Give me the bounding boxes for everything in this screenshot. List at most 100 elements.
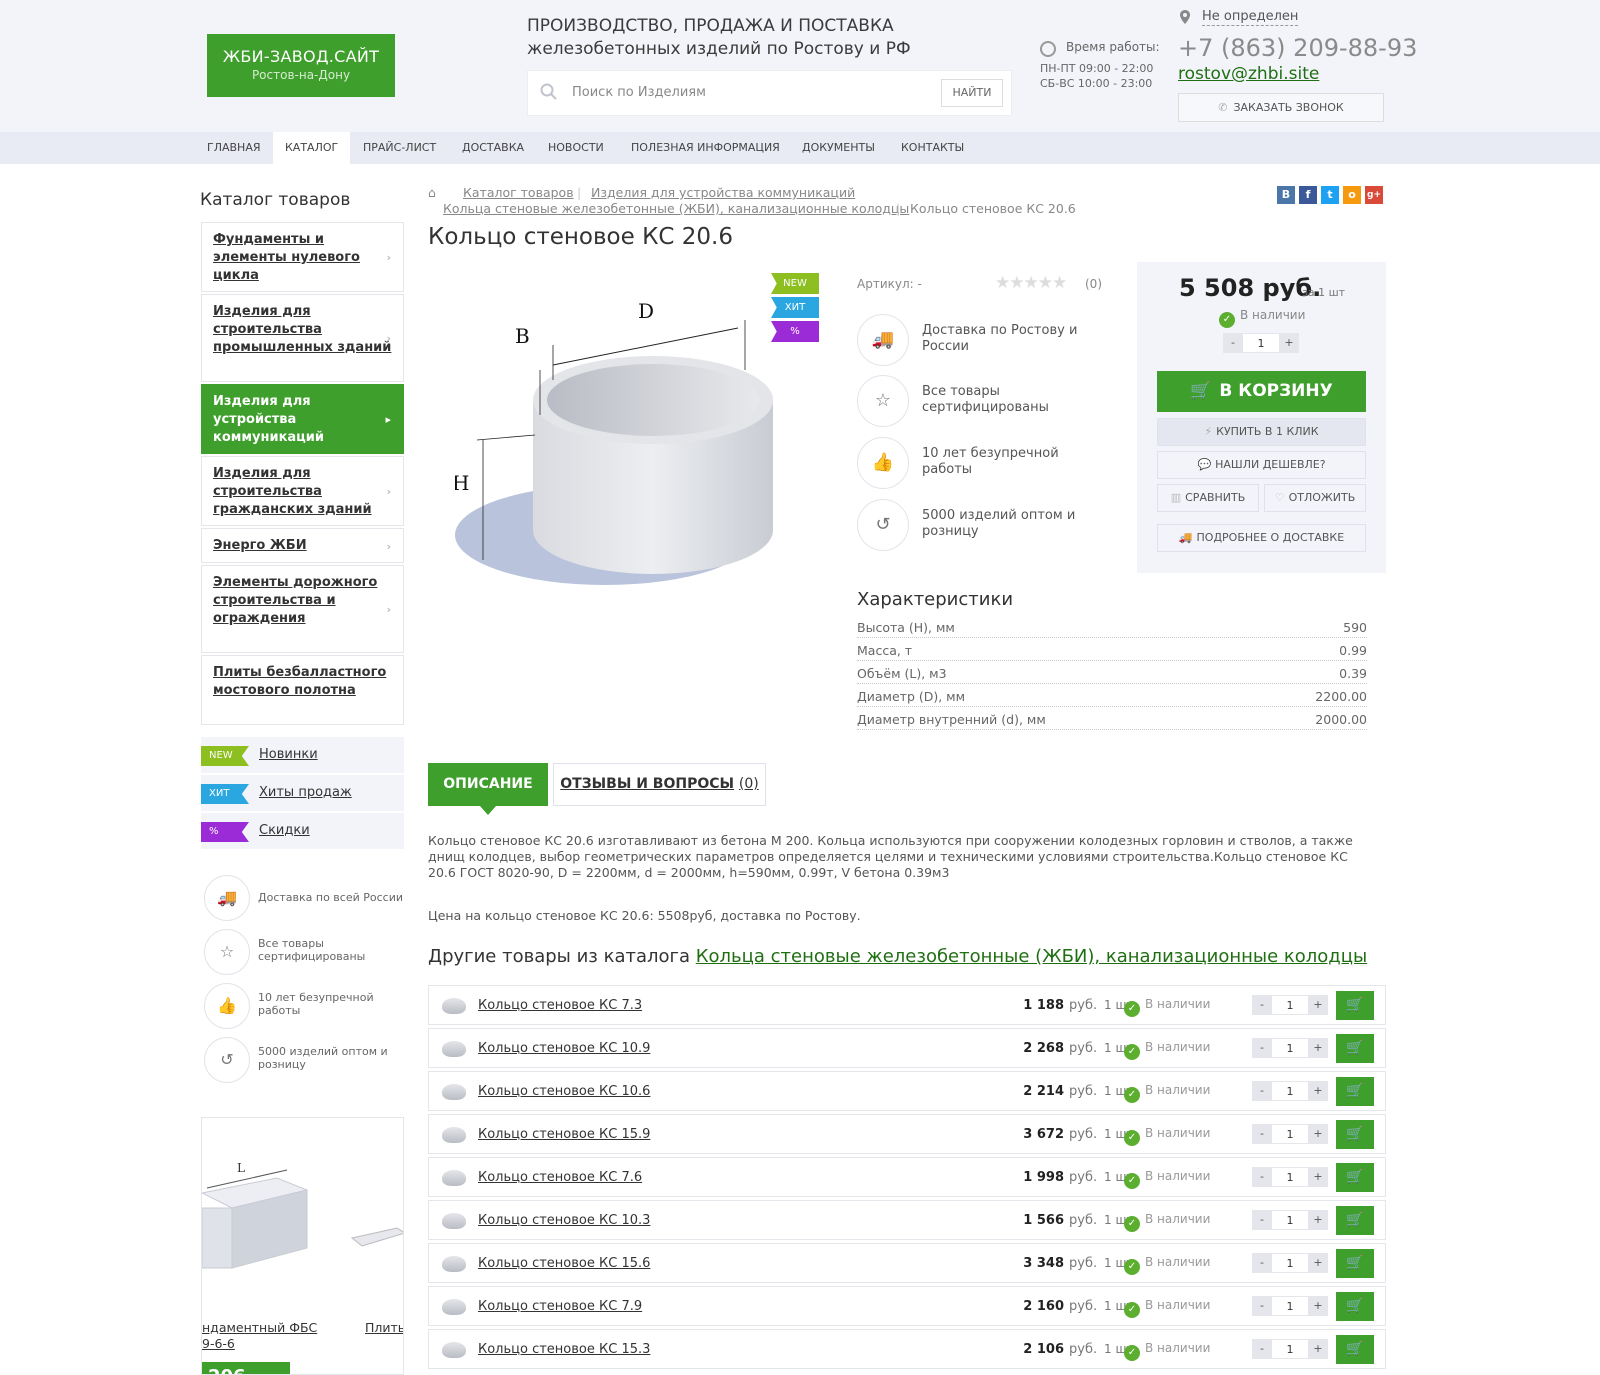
qty-plus-button[interactable]: +: [1308, 1253, 1328, 1273]
product-thumbnail[interactable]: [442, 1299, 466, 1315]
home-icon[interactable]: ⌂: [428, 185, 436, 200]
tab-description[interactable]: ОПИСАНИЕ: [428, 763, 548, 815]
product-thumbnail[interactable]: [442, 1127, 466, 1143]
qty-plus-button[interactable]: +: [1308, 1210, 1328, 1230]
product-image[interactable]: D B H: [455, 290, 795, 590]
product-name-link[interactable]: Кольцо стеновое КС 10.9: [478, 1041, 650, 1056]
search-input[interactable]: Поиск по Изделиям: [572, 85, 706, 100]
sidebar-item-civil[interactable]: Изделия для строительства гражданских зд…: [201, 456, 404, 526]
product-thumbnail[interactable]: [442, 1342, 466, 1358]
product-thumbnail[interactable]: [442, 1170, 466, 1186]
add-to-cart-button[interactable]: 🛒 В КОРЗИНУ: [1157, 371, 1366, 412]
sidebar-item-communications[interactable]: Изделия для устройства коммуникаций ▸: [201, 384, 404, 454]
breadcrumb-communications-link[interactable]: Изделия для устройства коммуникаций: [591, 185, 855, 200]
nav-catalog[interactable]: КАТАЛОГ: [273, 132, 351, 164]
qty-input[interactable]: 1: [1272, 1167, 1308, 1187]
sidebar-sale-link[interactable]: % Скидки: [201, 813, 404, 849]
nav-useful-info[interactable]: ПОЛЕЗНАЯ ИНФОРМАЦИЯ: [631, 132, 780, 164]
breadcrumb-rings-link[interactable]: Кольца стеновые железобетонные (ЖБИ), ка…: [443, 201, 909, 216]
add-to-cart-button[interactable]: 🛒: [1336, 1292, 1374, 1321]
other-products-category-link[interactable]: Кольца стеновые железобетонные (ЖБИ), ка…: [696, 946, 1367, 967]
qty-minus-button[interactable]: -: [1252, 1124, 1272, 1144]
qty-minus-button[interactable]: -: [1252, 1210, 1272, 1230]
add-to-cart-button[interactable]: 🛒: [1336, 991, 1374, 1020]
nav-home[interactable]: ГЛАВНАЯ: [207, 132, 261, 164]
product-thumbnail[interactable]: [442, 1084, 466, 1100]
qty-input[interactable]: 1: [1243, 333, 1279, 353]
qty-plus-button[interactable]: +: [1279, 333, 1299, 353]
product-name-link[interactable]: Кольцо стеновое КС 10.3: [478, 1213, 650, 1228]
promo-item-name[interactable]: ндаментный ФБС 9-6-6: [202, 1320, 322, 1352]
product-thumbnail[interactable]: [442, 1213, 466, 1229]
nav-delivery[interactable]: ДОСТАВКА: [462, 132, 524, 164]
sidebar-hits-link[interactable]: ХИТ Хиты продаж: [201, 775, 404, 811]
qty-plus-button[interactable]: +: [1308, 1167, 1328, 1187]
promo-item-name-2[interactable]: Плить: [365, 1320, 403, 1335]
product-thumbnail[interactable]: [442, 998, 466, 1014]
sidebar-item-industrial[interactable]: Изделия для строительства промышленных з…: [201, 294, 404, 382]
found-cheaper-button[interactable]: 💬 НАШЛИ ДЕШЕВЛЕ?: [1157, 451, 1366, 479]
promo-carousel[interactable]: L ндаментный ФБС 9-6-6 Плить 206: [201, 1117, 404, 1375]
one-click-buy-button[interactable]: ⚡ КУПИТЬ В 1 КЛИК: [1157, 418, 1366, 446]
qty-minus-button[interactable]: -: [1252, 1296, 1272, 1316]
facebook-share-icon[interactable]: f: [1299, 186, 1317, 204]
location-link[interactable]: Не определен: [1202, 9, 1299, 26]
qty-input[interactable]: 1: [1272, 1296, 1308, 1316]
add-to-cart-button[interactable]: 🛒: [1336, 1077, 1374, 1106]
qty-minus-button[interactable]: -: [1223, 333, 1243, 353]
rating-stars-icon[interactable]: ★★★★★: [995, 273, 1067, 293]
site-logo[interactable]: ЖБИ-ЗАВОД.САЙТ Ростов-на-Дону: [207, 34, 395, 97]
add-to-cart-button[interactable]: 🛒: [1336, 1335, 1374, 1364]
nav-documents[interactable]: ДОКУМЕНТЫ: [802, 132, 875, 164]
qty-input[interactable]: 1: [1272, 1124, 1308, 1144]
qty-plus-button[interactable]: +: [1308, 1339, 1328, 1359]
product-name-link[interactable]: Кольцо стеновое КС 15.3: [478, 1342, 650, 1357]
qty-input[interactable]: 1: [1272, 1253, 1308, 1273]
qty-minus-button[interactable]: -: [1252, 1167, 1272, 1187]
vk-share-icon[interactable]: В: [1277, 186, 1295, 204]
breadcrumb-rings[interactable]: Кольца стеновые железобетонные (ЖБИ), ка…: [443, 201, 909, 216]
tab-reviews[interactable]: ОТЗЫВЫ И ВОПРОСЫ (0): [553, 763, 766, 806]
breadcrumb-catalog[interactable]: Каталог товаров: [463, 185, 574, 200]
product-name-link[interactable]: Кольцо стеновое КС 15.6: [478, 1256, 650, 1271]
add-to-cart-button[interactable]: 🛒: [1336, 1249, 1374, 1278]
nav-price-list[interactable]: ПРАЙС-ЛИСТ: [363, 132, 436, 164]
gplus-share-icon[interactable]: g+: [1365, 186, 1383, 204]
qty-plus-button[interactable]: +: [1308, 1081, 1328, 1101]
qty-input[interactable]: 1: [1272, 995, 1308, 1015]
sidebar-new-link[interactable]: NEW Новинки: [201, 737, 404, 773]
twitter-share-icon[interactable]: t: [1321, 186, 1339, 204]
search-button[interactable]: НАЙТИ: [941, 79, 1003, 107]
nav-news[interactable]: НОВОСТИ: [548, 132, 604, 164]
product-name-link[interactable]: Кольцо стеновое КС 7.3: [478, 998, 642, 1013]
product-name-link[interactable]: Кольцо стеновое КС 7.6: [478, 1170, 642, 1185]
product-name-link[interactable]: Кольцо стеновое КС 15.9: [478, 1127, 650, 1142]
sidebar-item-road[interactable]: Элементы дорожного строительства и ограж…: [201, 565, 404, 653]
add-to-cart-button[interactable]: 🛒: [1336, 1163, 1374, 1192]
product-name-link[interactable]: Кольцо стеновое КС 7.9: [478, 1299, 642, 1314]
qty-input[interactable]: 1: [1272, 1210, 1308, 1230]
qty-minus-button[interactable]: -: [1252, 1253, 1272, 1273]
product-thumbnail[interactable]: [442, 1256, 466, 1272]
product-thumbnail[interactable]: [442, 1041, 466, 1057]
add-to-cart-button[interactable]: 🛒: [1336, 1120, 1374, 1149]
qty-input[interactable]: 1: [1272, 1038, 1308, 1058]
compare-button[interactable]: ▥ СРАВНИТЬ: [1157, 484, 1259, 512]
qty-plus-button[interactable]: +: [1308, 1296, 1328, 1316]
nav-contacts[interactable]: КОНТАКТЫ: [901, 132, 964, 164]
add-to-cart-button[interactable]: 🛒: [1336, 1206, 1374, 1235]
qty-plus-button[interactable]: +: [1308, 1038, 1328, 1058]
sidebar-item-energy[interactable]: Энерго ЖБИ ›: [201, 528, 404, 563]
qty-minus-button[interactable]: -: [1252, 995, 1272, 1015]
qty-plus-button[interactable]: +: [1308, 995, 1328, 1015]
qty-plus-button[interactable]: +: [1308, 1124, 1328, 1144]
qty-minus-button[interactable]: -: [1252, 1339, 1272, 1359]
delivery-info-button[interactable]: 🚚 ПОДРОБНЕЕ О ДОСТАВКЕ: [1157, 524, 1366, 552]
add-to-cart-button[interactable]: 🛒: [1336, 1034, 1374, 1063]
qty-input[interactable]: 1: [1272, 1339, 1308, 1359]
email-link[interactable]: rostov@zhbi.site: [1178, 64, 1319, 84]
postpone-button[interactable]: ♡ ОТЛОЖИТЬ: [1264, 484, 1366, 512]
sidebar-item-bridge-slabs[interactable]: Плиты безбалластного мостового полотна: [201, 655, 404, 725]
breadcrumb-communications[interactable]: Изделия для устройства коммуникаций: [591, 185, 855, 200]
callback-button[interactable]: ✆ ЗАКАЗАТЬ ЗВОНОК: [1178, 93, 1384, 122]
